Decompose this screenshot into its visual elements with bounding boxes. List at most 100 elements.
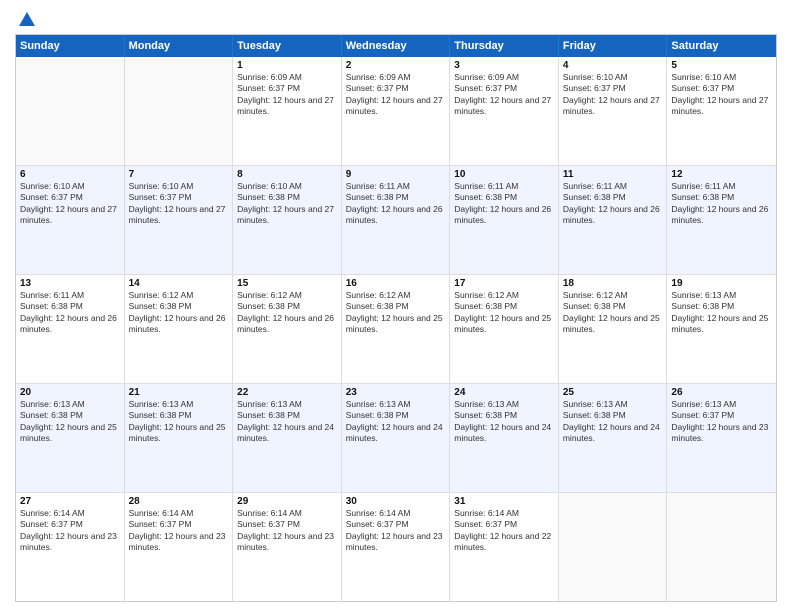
calendar-cell: 28Sunrise: 6:14 AM Sunset: 6:37 PM Dayli… xyxy=(125,493,234,601)
calendar-cell: 13Sunrise: 6:11 AM Sunset: 6:38 PM Dayli… xyxy=(16,275,125,383)
day-number: 1 xyxy=(237,60,337,71)
calendar-cell: 22Sunrise: 6:13 AM Sunset: 6:38 PM Dayli… xyxy=(233,384,342,492)
calendar-cell: 10Sunrise: 6:11 AM Sunset: 6:38 PM Dayli… xyxy=(450,166,559,274)
day-number: 5 xyxy=(671,60,772,71)
day-info: Sunrise: 6:09 AM Sunset: 6:37 PM Dayligh… xyxy=(346,72,446,118)
day-info: Sunrise: 6:13 AM Sunset: 6:38 PM Dayligh… xyxy=(237,399,337,445)
day-info: Sunrise: 6:12 AM Sunset: 6:38 PM Dayligh… xyxy=(129,290,229,336)
day-info: Sunrise: 6:12 AM Sunset: 6:38 PM Dayligh… xyxy=(454,290,554,336)
calendar-cell: 2Sunrise: 6:09 AM Sunset: 6:37 PM Daylig… xyxy=(342,57,451,165)
day-info: Sunrise: 6:12 AM Sunset: 6:38 PM Dayligh… xyxy=(237,290,337,336)
calendar-cell xyxy=(559,493,668,601)
day-info: Sunrise: 6:11 AM Sunset: 6:38 PM Dayligh… xyxy=(454,181,554,227)
day-info: Sunrise: 6:11 AM Sunset: 6:38 PM Dayligh… xyxy=(346,181,446,227)
day-info: Sunrise: 6:11 AM Sunset: 6:38 PM Dayligh… xyxy=(671,181,772,227)
logo-triangle-icon xyxy=(17,10,37,30)
calendar-cell: 18Sunrise: 6:12 AM Sunset: 6:38 PM Dayli… xyxy=(559,275,668,383)
day-info: Sunrise: 6:11 AM Sunset: 6:38 PM Dayligh… xyxy=(563,181,663,227)
calendar-cell: 25Sunrise: 6:13 AM Sunset: 6:38 PM Dayli… xyxy=(559,384,668,492)
calendar-cell: 23Sunrise: 6:13 AM Sunset: 6:38 PM Dayli… xyxy=(342,384,451,492)
day-number: 7 xyxy=(129,169,229,180)
calendar-body: 1Sunrise: 6:09 AM Sunset: 6:37 PM Daylig… xyxy=(16,57,776,601)
weekday-header-sunday: Sunday xyxy=(16,35,125,57)
day-number: 16 xyxy=(346,278,446,289)
calendar-cell: 6Sunrise: 6:10 AM Sunset: 6:37 PM Daylig… xyxy=(16,166,125,274)
calendar-cell: 24Sunrise: 6:13 AM Sunset: 6:38 PM Dayli… xyxy=(450,384,559,492)
day-info: Sunrise: 6:14 AM Sunset: 6:37 PM Dayligh… xyxy=(20,508,120,554)
day-number: 10 xyxy=(454,169,554,180)
day-info: Sunrise: 6:09 AM Sunset: 6:37 PM Dayligh… xyxy=(237,72,337,118)
day-number: 18 xyxy=(563,278,663,289)
calendar-cell: 19Sunrise: 6:13 AM Sunset: 6:38 PM Dayli… xyxy=(667,275,776,383)
day-number: 21 xyxy=(129,387,229,398)
calendar-cell: 8Sunrise: 6:10 AM Sunset: 6:38 PM Daylig… xyxy=(233,166,342,274)
calendar-cell: 21Sunrise: 6:13 AM Sunset: 6:38 PM Dayli… xyxy=(125,384,234,492)
day-info: Sunrise: 6:13 AM Sunset: 6:38 PM Dayligh… xyxy=(346,399,446,445)
calendar-cell: 17Sunrise: 6:12 AM Sunset: 6:38 PM Dayli… xyxy=(450,275,559,383)
day-info: Sunrise: 6:13 AM Sunset: 6:38 PM Dayligh… xyxy=(671,290,772,336)
weekday-header-saturday: Saturday xyxy=(667,35,776,57)
day-number: 17 xyxy=(454,278,554,289)
day-number: 11 xyxy=(563,169,663,180)
day-number: 3 xyxy=(454,60,554,71)
calendar-row-3: 20Sunrise: 6:13 AM Sunset: 6:38 PM Dayli… xyxy=(16,383,776,492)
calendar-cell xyxy=(667,493,776,601)
calendar-cell: 16Sunrise: 6:12 AM Sunset: 6:38 PM Dayli… xyxy=(342,275,451,383)
calendar-cell xyxy=(16,57,125,165)
day-number: 14 xyxy=(129,278,229,289)
day-info: Sunrise: 6:13 AM Sunset: 6:37 PM Dayligh… xyxy=(671,399,772,445)
day-info: Sunrise: 6:13 AM Sunset: 6:38 PM Dayligh… xyxy=(20,399,120,445)
day-number: 23 xyxy=(346,387,446,398)
day-number: 30 xyxy=(346,496,446,507)
weekday-header-friday: Friday xyxy=(559,35,668,57)
day-number: 15 xyxy=(237,278,337,289)
day-number: 19 xyxy=(671,278,772,289)
day-number: 26 xyxy=(671,387,772,398)
day-number: 13 xyxy=(20,278,120,289)
day-number: 24 xyxy=(454,387,554,398)
calendar-row-2: 13Sunrise: 6:11 AM Sunset: 6:38 PM Dayli… xyxy=(16,274,776,383)
day-info: Sunrise: 6:10 AM Sunset: 6:37 PM Dayligh… xyxy=(129,181,229,227)
calendar-row-4: 27Sunrise: 6:14 AM Sunset: 6:37 PM Dayli… xyxy=(16,492,776,601)
calendar-cell: 3Sunrise: 6:09 AM Sunset: 6:37 PM Daylig… xyxy=(450,57,559,165)
day-info: Sunrise: 6:12 AM Sunset: 6:38 PM Dayligh… xyxy=(563,290,663,336)
day-number: 25 xyxy=(563,387,663,398)
calendar-row-1: 6Sunrise: 6:10 AM Sunset: 6:37 PM Daylig… xyxy=(16,165,776,274)
calendar-cell xyxy=(125,57,234,165)
calendar-cell: 30Sunrise: 6:14 AM Sunset: 6:37 PM Dayli… xyxy=(342,493,451,601)
calendar-cell: 27Sunrise: 6:14 AM Sunset: 6:37 PM Dayli… xyxy=(16,493,125,601)
day-info: Sunrise: 6:10 AM Sunset: 6:37 PM Dayligh… xyxy=(563,72,663,118)
day-number: 9 xyxy=(346,169,446,180)
day-number: 6 xyxy=(20,169,120,180)
day-number: 2 xyxy=(346,60,446,71)
day-info: Sunrise: 6:14 AM Sunset: 6:37 PM Dayligh… xyxy=(237,508,337,554)
calendar-cell: 4Sunrise: 6:10 AM Sunset: 6:37 PM Daylig… xyxy=(559,57,668,165)
logo xyxy=(15,10,37,26)
calendar-cell: 7Sunrise: 6:10 AM Sunset: 6:37 PM Daylig… xyxy=(125,166,234,274)
day-info: Sunrise: 6:11 AM Sunset: 6:38 PM Dayligh… xyxy=(20,290,120,336)
calendar-cell: 29Sunrise: 6:14 AM Sunset: 6:37 PM Dayli… xyxy=(233,493,342,601)
day-info: Sunrise: 6:14 AM Sunset: 6:37 PM Dayligh… xyxy=(454,508,554,554)
day-info: Sunrise: 6:14 AM Sunset: 6:37 PM Dayligh… xyxy=(129,508,229,554)
day-number: 28 xyxy=(129,496,229,507)
day-info: Sunrise: 6:10 AM Sunset: 6:37 PM Dayligh… xyxy=(671,72,772,118)
day-info: Sunrise: 6:13 AM Sunset: 6:38 PM Dayligh… xyxy=(129,399,229,445)
calendar-header: SundayMondayTuesdayWednesdayThursdayFrid… xyxy=(16,35,776,57)
day-info: Sunrise: 6:13 AM Sunset: 6:38 PM Dayligh… xyxy=(563,399,663,445)
day-info: Sunrise: 6:14 AM Sunset: 6:37 PM Dayligh… xyxy=(346,508,446,554)
calendar: SundayMondayTuesdayWednesdayThursdayFrid… xyxy=(15,34,777,602)
day-number: 20 xyxy=(20,387,120,398)
day-number: 29 xyxy=(237,496,337,507)
calendar-cell: 1Sunrise: 6:09 AM Sunset: 6:37 PM Daylig… xyxy=(233,57,342,165)
calendar-cell: 20Sunrise: 6:13 AM Sunset: 6:38 PM Dayli… xyxy=(16,384,125,492)
weekday-header-monday: Monday xyxy=(125,35,234,57)
calendar-row-0: 1Sunrise: 6:09 AM Sunset: 6:37 PM Daylig… xyxy=(16,57,776,165)
day-number: 27 xyxy=(20,496,120,507)
day-number: 4 xyxy=(563,60,663,71)
calendar-cell: 9Sunrise: 6:11 AM Sunset: 6:38 PM Daylig… xyxy=(342,166,451,274)
weekday-header-wednesday: Wednesday xyxy=(342,35,451,57)
calendar-cell: 31Sunrise: 6:14 AM Sunset: 6:37 PM Dayli… xyxy=(450,493,559,601)
day-number: 8 xyxy=(237,169,337,180)
day-info: Sunrise: 6:10 AM Sunset: 6:37 PM Dayligh… xyxy=(20,181,120,227)
calendar-cell: 15Sunrise: 6:12 AM Sunset: 6:38 PM Dayli… xyxy=(233,275,342,383)
